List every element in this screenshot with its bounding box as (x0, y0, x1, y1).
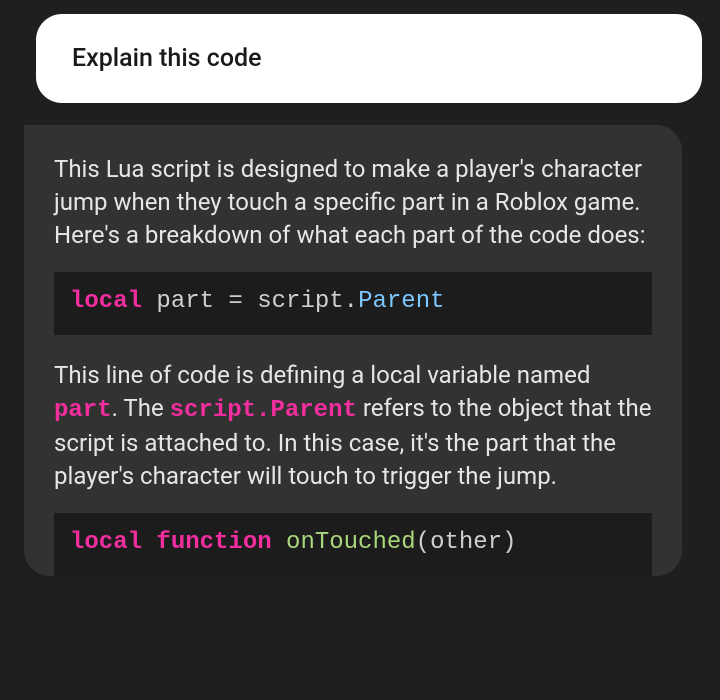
text-fragment: This line of code is defining a local va… (54, 361, 590, 389)
assistant-message-bubble: This Lua script is designed to make a pl… (24, 125, 682, 576)
code-token-keyword: function (156, 529, 271, 556)
code-block-1[interactable]: local part = script.Parent (54, 272, 652, 334)
assistant-intro-text: This Lua script is designed to make a pl… (54, 153, 652, 252)
code-token-function: onTouched (286, 529, 416, 556)
code-token-identifier: script (257, 288, 343, 315)
code-token-punct: ( (416, 529, 430, 556)
code-token-property: Parent (358, 288, 444, 315)
text-fragment: . The (112, 394, 170, 422)
code-token-identifier: part (156, 288, 214, 315)
user-message-text: Explain this code (72, 44, 666, 73)
code-token-punct: . (344, 288, 358, 315)
assistant-paragraph-2: This line of code is defining a local va… (54, 359, 652, 493)
code-token-identifier: other (430, 529, 502, 556)
code-token-keyword: local (70, 288, 142, 315)
code-block-2[interactable]: local function onTouched(other) (54, 513, 652, 575)
user-message-bubble: Explain this code (36, 14, 702, 103)
code-token-punct: ) (502, 529, 516, 556)
inline-code-script-parent: script.Parent (170, 397, 357, 424)
inline-code-part: part (54, 397, 112, 424)
code-token-keyword: local (70, 529, 142, 556)
code-token-punct: = (214, 288, 257, 315)
